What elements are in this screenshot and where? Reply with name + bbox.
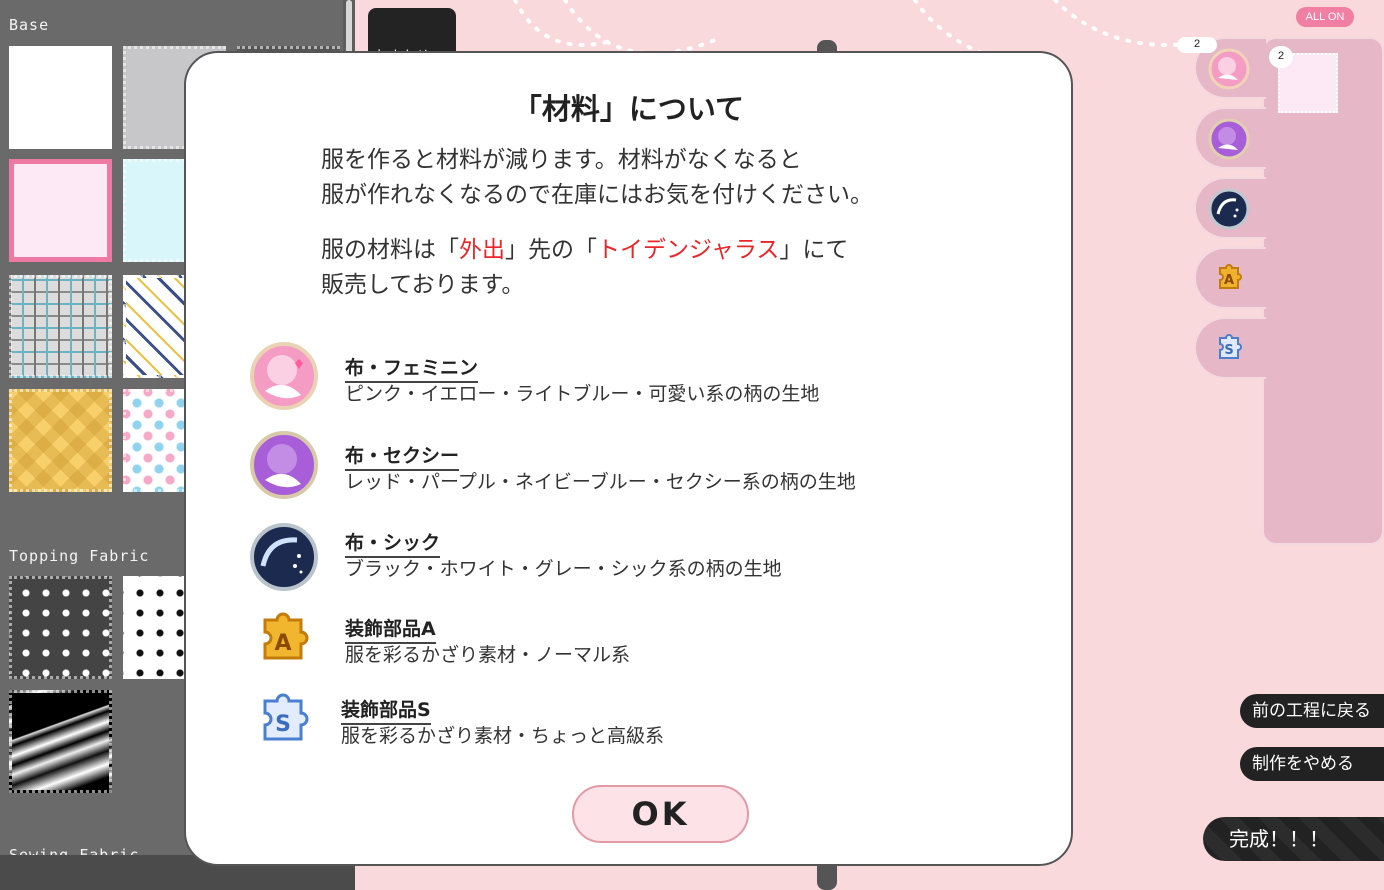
svg-text:S: S bbox=[275, 712, 291, 737]
item-desc-sexy: レッド・パープル・ネイビーブルー・セクシー系の柄の生地 bbox=[345, 471, 856, 493]
svg-text:S: S bbox=[1224, 343, 1233, 358]
outing-highlight: 外出 bbox=[459, 237, 505, 263]
sexy-fabric-icon bbox=[250, 431, 318, 499]
para2-text: 」先の「 bbox=[505, 237, 597, 263]
chic-fabric-icon bbox=[1208, 188, 1250, 230]
feminine-count-badge: 2 bbox=[1177, 37, 1217, 53]
ok-button[interactable]: OK bbox=[572, 785, 749, 843]
decor-part-a-icon: A bbox=[263, 612, 309, 660]
dialog-title: 「材料」について bbox=[512, 92, 745, 126]
quit-making-button[interactable]: 制作をやめる bbox=[1240, 747, 1384, 781]
paragraph-2-line-1: 服の材料は「外出」先の「トイデンジャラス」にて bbox=[321, 233, 848, 268]
back-step-button[interactable]: 前の工程に戻る bbox=[1240, 694, 1384, 728]
decor-part-s-icon: S bbox=[263, 693, 309, 741]
feminine-fabric-icon bbox=[1208, 48, 1250, 90]
topping-section-label: Topping Fabric bbox=[9, 547, 150, 565]
swatch-white[interactable] bbox=[9, 46, 112, 149]
all-on-toggle[interactable]: ALL ON bbox=[1296, 7, 1354, 27]
paragraph-2-line-2: 販売しております。 bbox=[321, 272, 525, 298]
item-desc-decor-a: 服を彩るかざり素材・ノーマル系 bbox=[345, 644, 631, 666]
paragraph-1-line-1: 服を作ると材料が減ります。材料がなくなると bbox=[321, 147, 802, 173]
swatch-yellow-plaid[interactable] bbox=[9, 389, 112, 492]
chic-fabric-icon bbox=[250, 523, 318, 591]
swatch-count-badge: 2 bbox=[1269, 46, 1293, 68]
svg-text:A: A bbox=[274, 631, 291, 656]
swatch-white-dots-on-black[interactable] bbox=[9, 576, 112, 679]
shop-name-highlight: トイデンジャラス bbox=[597, 237, 780, 263]
complete-button[interactable]: 完成！！！ bbox=[1203, 817, 1384, 861]
dialog-paragraph-2: 服の材料は「外出」先の「トイデンジャラス」にて 販売しております。 bbox=[321, 233, 848, 303]
material-tab-chic[interactable] bbox=[1194, 177, 1266, 239]
dialog-paragraph-1: 服を作ると材料が減ります。材料がなくなると 服が作れなくなるので在庫にはお気を付… bbox=[321, 143, 873, 213]
material-tab-decor-s[interactable]: S bbox=[1194, 317, 1266, 379]
materials-info-dialog: 「材料」について 服を作ると材料が減ります。材料がなくなると 服が作れなくなるの… bbox=[184, 51, 1073, 866]
item-desc-chic: ブラック・ホワイト・グレー・シック系の柄の生地 bbox=[345, 558, 782, 580]
para2-text: 服の材料は「 bbox=[321, 237, 459, 263]
base-section-label: Base bbox=[9, 16, 50, 34]
swatch-gray-plaid[interactable] bbox=[9, 275, 112, 378]
svg-text:A: A bbox=[1224, 273, 1234, 288]
material-stock-panel bbox=[1262, 37, 1384, 545]
item-desc-feminine: ピンク・イエロー・ライトブルー・可愛い系の柄の生地 bbox=[345, 383, 820, 405]
swatch-light-pink[interactable] bbox=[9, 159, 112, 262]
item-desc-decor-s: 服を彩るかざり素材・ちょっと高級系 bbox=[341, 725, 665, 747]
decor-part-s-icon: S bbox=[1219, 334, 1242, 359]
paragraph-1-line-2: 服が作れなくなるので在庫にはお気を付けください。 bbox=[321, 182, 873, 208]
decor-part-a-icon: A bbox=[1219, 264, 1242, 289]
material-tab-decor-a[interactable]: A bbox=[1194, 247, 1266, 309]
material-tab-sexy[interactable] bbox=[1194, 107, 1266, 169]
feminine-fabric-icon bbox=[250, 342, 318, 410]
para2-text: 」にて bbox=[779, 237, 849, 263]
sexy-fabric-icon bbox=[1208, 118, 1250, 160]
swatch-black-white-brush[interactable] bbox=[9, 690, 112, 793]
